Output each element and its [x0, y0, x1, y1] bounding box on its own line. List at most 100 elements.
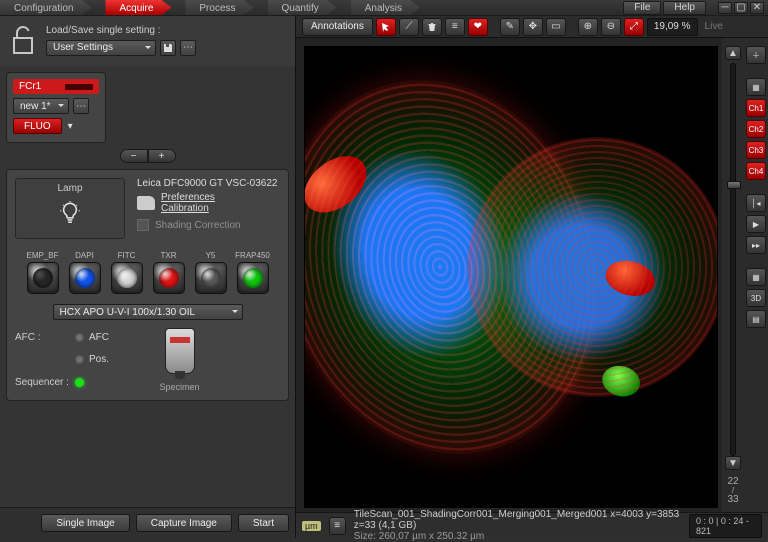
pan-tool-button[interactable]: ✥ [523, 18, 543, 36]
organelle-icon [599, 362, 643, 400]
load-save-panel: Load/Save single setting : User Settings… [0, 16, 295, 66]
crop-tool-button[interactable]: ✎ [500, 18, 520, 36]
tab-process[interactable]: Process [185, 0, 253, 15]
exposure-bar-icon [65, 84, 93, 90]
play-first-button[interactable]: │◂ [746, 194, 766, 212]
tab-label: Acquire [119, 3, 153, 14]
zoom-readout[interactable]: 19,09 % [647, 18, 698, 36]
ruler-tool-button[interactable]: ⟋ [399, 18, 419, 36]
pos-label: Pos. [89, 354, 129, 365]
tab-acquire[interactable]: Acquire [105, 0, 171, 15]
shading-correction-checkbox[interactable] [137, 219, 149, 231]
info-button[interactable]: ≡ [329, 517, 346, 535]
channel-ch4-button[interactable]: Ch4 [746, 162, 766, 180]
window-maximize-button[interactable]: ▢ [734, 2, 748, 14]
scalebar-button[interactable]: ≡ [445, 18, 465, 36]
z-down-button[interactable]: ▼ [725, 456, 741, 470]
fluo-mode-label: FLUO [24, 121, 51, 132]
chevron-down-icon: ▾ [68, 121, 73, 132]
objective-dropdown[interactable]: HCX APO U-V-I 100x/1.30 OIL [53, 304, 243, 320]
cube-dapi: DAPI [67, 251, 103, 294]
save-settings-button[interactable] [160, 40, 176, 56]
organelle-icon [602, 256, 659, 301]
gallery-button[interactable]: ▦ [746, 268, 766, 286]
pos-indicator [75, 355, 84, 364]
z-index: 22 [727, 476, 738, 487]
viewer-status-bar: µm ≡ TileScan_001_ShadingCorr001_Merging… [296, 512, 768, 538]
z-counter: 22/33 [727, 477, 738, 504]
remove-channel-button[interactable]: − [120, 149, 148, 163]
menu-help[interactable]: Help [663, 1, 706, 15]
channel-fcr-header[interactable]: FCr1 [13, 79, 99, 94]
region-tool-button[interactable]: ▭ [546, 18, 566, 36]
settings-dropdown[interactable]: User Settings [46, 40, 156, 56]
capture-image-button[interactable]: Capture Image [136, 514, 232, 532]
zoom-out-button[interactable]: ⊖ [601, 18, 621, 36]
objective-value: HCX APO U-V-I 100x/1.30 OIL [60, 307, 196, 318]
start-button[interactable]: Start [238, 514, 289, 532]
menu-file[interactable]: File [623, 1, 661, 15]
sequencer-indicator [75, 378, 84, 387]
status-grid: AFC : AFC Pos. Sequencer : [15, 328, 129, 392]
zoom-in-button[interactable]: ⊕ [578, 18, 598, 36]
play-button[interactable]: ▶ [746, 215, 766, 233]
cube-button-emp-bf[interactable] [27, 262, 59, 294]
tab-analysis[interactable]: Analysis [351, 0, 420, 15]
camera-icon [137, 196, 155, 210]
fluo-mode-button[interactable]: FLUO [13, 118, 62, 134]
calibration-link[interactable]: Calibration [161, 203, 215, 214]
preset-dropdown[interactable]: new 1* [13, 98, 69, 114]
settings-more-button[interactable]: ⋯ [180, 40, 196, 56]
tab-label: Quantify [282, 3, 319, 14]
cube-button-y5[interactable] [195, 262, 227, 294]
fit-screen-button[interactable]: ⤢ [624, 18, 644, 36]
channel-ch1-button[interactable]: Ch1 [746, 99, 766, 117]
overlay-toggle-button[interactable]: ▦ [746, 78, 766, 96]
objective-icon [165, 328, 195, 374]
pixel-coords: 0 : 0 | 0 : 24 - 821 [689, 514, 762, 538]
cube-frap450: FRAP450 [235, 251, 271, 294]
cube-label: EMP_BF [26, 251, 58, 260]
cube-button-txr[interactable] [153, 262, 185, 294]
image-viewport[interactable] [304, 46, 718, 508]
channel-ch2-button[interactable]: Ch2 [746, 120, 766, 138]
window-menu-area: File Help ─ ▢ ✕ [623, 0, 768, 15]
z-up-button[interactable]: ▲ [725, 46, 741, 60]
preferences-link[interactable]: Preferences [161, 192, 215, 203]
annotations-chip[interactable]: Annotations [302, 18, 373, 36]
window-minimize-button[interactable]: ─ [718, 2, 732, 14]
tab-quantify[interactable]: Quantify [268, 0, 337, 15]
preset-more-button[interactable]: ⋯ [73, 98, 89, 114]
cube-label: TXR [161, 251, 177, 260]
single-image-button[interactable]: Single Image [41, 514, 129, 532]
lock-open-icon[interactable] [8, 22, 38, 58]
z-thumb[interactable] [727, 181, 741, 189]
add-view-button[interactable]: ＋ [746, 46, 766, 64]
lamp-icon[interactable] [57, 200, 83, 226]
viewer-pane: Annotations ⟋ ≡ ❤ ✎ ✥ ▭ ⊕ ⊖ ⤢ 19,09 % Li… [296, 16, 768, 538]
cube-button-fitc[interactable] [111, 262, 143, 294]
lamp-box: Lamp [15, 178, 125, 239]
status-text: TileScan_001_ShadingCorr001_Merging001_M… [354, 509, 681, 542]
cube-button-frap450[interactable] [237, 262, 269, 294]
channel-ch3-button[interactable]: Ch3 [746, 141, 766, 159]
instrument-panel: Lamp Leica DFC9000 GT VSC-03622 Preferen… [6, 169, 289, 401]
window-close-button[interactable]: ✕ [750, 2, 764, 14]
z-track[interactable] [730, 63, 736, 456]
z-total: 33 [727, 494, 738, 505]
pointer-tool-button[interactable] [376, 18, 396, 36]
delete-annotation-button[interactable] [422, 18, 442, 36]
tab-configuration[interactable]: Configuration [0, 0, 91, 15]
cube-button-dapi[interactable] [69, 262, 101, 294]
histogram-button[interactable]: ▤ [746, 310, 766, 328]
play-last-button[interactable]: ▸▸ [746, 236, 766, 254]
cube-txr: TXR [151, 251, 187, 294]
tab-label: Process [199, 3, 235, 14]
main-tab-strip: Configuration Acquire Process Quantify A… [0, 0, 768, 16]
cube-fitc: FITC [109, 251, 145, 294]
cube-y5: Y5 [193, 251, 229, 294]
stamp-tool-button[interactable]: ❤ [468, 18, 488, 36]
3d-view-button[interactable]: 3D [746, 289, 766, 307]
preset-value: new 1* [20, 101, 51, 112]
add-channel-button[interactable]: + [148, 149, 176, 163]
